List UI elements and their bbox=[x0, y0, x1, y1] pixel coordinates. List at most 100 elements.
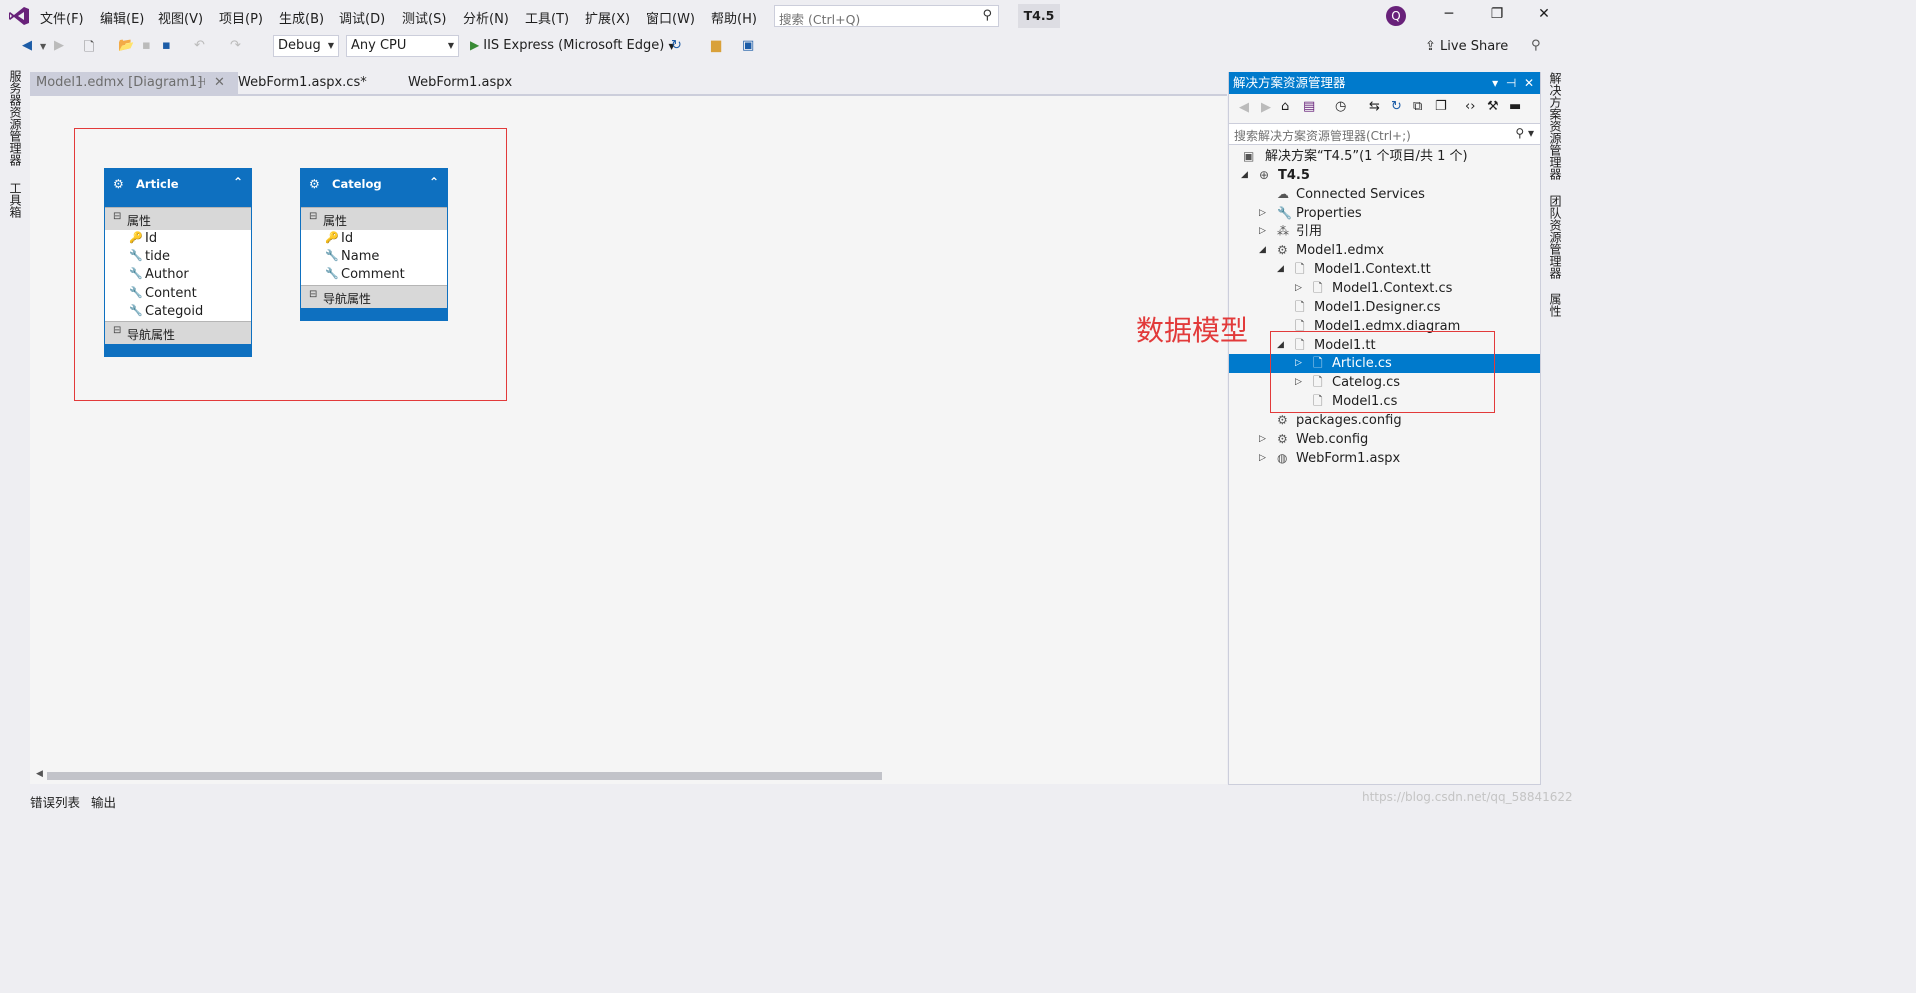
redo-icon[interactable]: ↷ bbox=[230, 38, 241, 53]
new-project-icon[interactable]: 🗋 bbox=[84, 38, 94, 60]
properties-section-header[interactable]: ⊟ 属性 bbox=[105, 207, 251, 230]
save-icon[interactable]: ▪ bbox=[142, 38, 151, 53]
tree-item[interactable]: ◢ ⚙ Model1.edmx bbox=[1229, 241, 1540, 260]
menu-item[interactable]: 工具(T) bbox=[525, 8, 569, 27]
account-avatar[interactable]: Q bbox=[1386, 6, 1406, 26]
menu-item[interactable]: 编辑(E) bbox=[100, 8, 144, 27]
forward-icon[interactable]: ▶ bbox=[54, 38, 64, 53]
refresh-icon[interactable]: ↻ bbox=[1391, 99, 1402, 114]
close-panel-icon[interactable]: ✕ bbox=[1524, 76, 1534, 90]
view-code-icon[interactable]: ‹› bbox=[1465, 99, 1475, 114]
navigation-properties-header[interactable]: ⊟ 导航属性 bbox=[105, 320, 251, 344]
collapse-icon[interactable]: ◢ bbox=[1241, 166, 1248, 185]
properties-section-header[interactable]: ⊟ 属性 bbox=[301, 207, 447, 230]
show-all-files-icon[interactable]: ❐ bbox=[1435, 99, 1447, 114]
tree-item[interactable]: ☁ Connected Services bbox=[1229, 185, 1540, 204]
auto-hide-pin-icon[interactable]: ⊣ bbox=[1506, 76, 1516, 90]
tab-model1-edmx[interactable]: Model1.edmx [Diagram1] ⊣ ✕ bbox=[30, 72, 238, 94]
collapse-icon[interactable]: ◢ bbox=[1259, 241, 1266, 260]
refresh-icon[interactable]: ↻ bbox=[671, 38, 682, 53]
collapse-icon[interactable]: ◢ bbox=[1277, 260, 1284, 279]
platform-select[interactable]: Any CPU ▼ bbox=[346, 35, 459, 57]
tree-item[interactable]: ◢ 🗋 Model1.Context.tt bbox=[1229, 260, 1540, 279]
entity-property[interactable]: 🔑 Id bbox=[105, 230, 251, 248]
horizontal-scrollbar[interactable]: ◀ bbox=[34, 769, 1224, 782]
sync-active-document-icon[interactable]: ⇆ bbox=[1369, 99, 1380, 114]
navigation-properties-header[interactable]: ⊟ 导航属性 bbox=[301, 284, 447, 308]
tab-output[interactable]: 输出 bbox=[91, 792, 116, 811]
undo-icon[interactable]: ↶ bbox=[194, 38, 205, 53]
restore-icon[interactable]: ❐ bbox=[1488, 6, 1506, 22]
expand-icon[interactable]: ▷ bbox=[1259, 222, 1266, 241]
pending-changes-filter-icon[interactable]: ◷ bbox=[1335, 99, 1346, 114]
back-dropdown-icon[interactable]: ▼ bbox=[40, 42, 46, 51]
menu-item[interactable]: 窗口(W) bbox=[646, 8, 695, 27]
tree-item[interactable]: ◢ ⊕ T4.5 bbox=[1229, 166, 1540, 185]
switch-views-icon[interactable]: ▤ bbox=[1303, 99, 1315, 114]
menu-item[interactable]: 帮助(H) bbox=[711, 8, 757, 27]
entity-property[interactable]: 🔧 tide bbox=[105, 248, 251, 266]
expand-icon[interactable]: ▷ bbox=[1295, 279, 1302, 298]
forward-icon[interactable]: ▶ bbox=[1261, 100, 1271, 115]
entity-property[interactable]: 🔧 Categoid bbox=[105, 303, 251, 321]
menu-item[interactable]: 项目(P) bbox=[219, 8, 263, 27]
tree-item[interactable]: ▷ ◍ WebForm1.aspx bbox=[1229, 449, 1540, 468]
entity-property[interactable]: 🔧 Name bbox=[301, 248, 447, 266]
collapse-all-icon[interactable]: ⧉ bbox=[1413, 99, 1422, 114]
solution-explorer-search[interactable]: 搜索解决方案资源管理器(Ctrl+;) ⚲ ▾ bbox=[1229, 123, 1540, 145]
collapse-icon[interactable]: ⌃ bbox=[429, 175, 439, 189]
tree-item[interactable]: 🗋 Model1.Designer.cs bbox=[1229, 298, 1540, 317]
preview-selected-icon[interactable]: ▬ bbox=[1509, 99, 1521, 114]
collapse-icon[interactable]: ⌃ bbox=[233, 175, 243, 189]
expand-icon[interactable]: ▷ bbox=[1259, 204, 1266, 223]
menu-item[interactable]: 调试(D) bbox=[339, 8, 385, 27]
team-explorer-side-tab[interactable]: 团队资源管理器 bbox=[1547, 195, 1564, 279]
live-share-button[interactable]: ⇪ Live Share bbox=[1425, 39, 1508, 54]
browser-link-icon[interactable]: ▣ bbox=[742, 38, 754, 53]
minimize-icon[interactable]: ─ bbox=[1440, 6, 1458, 22]
menu-item[interactable]: 测试(S) bbox=[402, 8, 446, 27]
entity-property[interactable]: 🔧 Content bbox=[105, 285, 251, 303]
tree-item[interactable]: ▷ 🗋 Model1.Context.cs bbox=[1229, 279, 1540, 298]
save-all-icon[interactable]: ▪ bbox=[162, 38, 171, 53]
menu-item[interactable]: 扩展(X) bbox=[585, 8, 630, 27]
toolbox-tab[interactable]: 工具箱 bbox=[7, 182, 24, 218]
tab-webform1-aspx[interactable]: WebForm1.aspx bbox=[402, 72, 518, 94]
tree-item[interactable]: ▷ ⚙ Web.config bbox=[1229, 430, 1540, 449]
tab-webform1-aspx-cs[interactable]: WebForm1.aspx.cs* bbox=[232, 72, 373, 94]
entity-property[interactable]: 🔑 Id bbox=[301, 230, 447, 248]
open-file-icon[interactable]: 📂 bbox=[118, 38, 134, 53]
expand-icon[interactable]: ▷ bbox=[1259, 430, 1266, 449]
pin-icon[interactable]: ⊣ bbox=[197, 72, 206, 94]
solution-explorer-side-tab[interactable]: 解决方案资源管理器 bbox=[1547, 72, 1564, 180]
close-window-icon[interactable]: ✕ bbox=[1535, 6, 1553, 22]
menu-item[interactable]: 分析(N) bbox=[463, 8, 509, 27]
home-icon[interactable]: ⌂ bbox=[1281, 99, 1289, 114]
tab-error-list[interactable]: 错误列表 bbox=[30, 792, 80, 811]
search-input[interactable]: 搜索 (Ctrl+Q) ⚲ bbox=[774, 5, 999, 27]
tree-item[interactable]: ▷ ⁂ 引用 bbox=[1229, 222, 1540, 241]
scroll-left-icon[interactable]: ◀ bbox=[36, 769, 43, 779]
start-debugging-button[interactable]: ▶ IIS Express (Microsoft Edge) ▼ bbox=[470, 38, 675, 53]
window-position-icon[interactable]: ▾ bbox=[1492, 76, 1498, 90]
scrollbar-thumb[interactable] bbox=[47, 772, 882, 780]
entity-catelog[interactable]: ⚙ Catelog ⌃ ⊟ 属性 🔑 Id 🔧 Name 🔧 Comment ⊟ 导航属性 bbox=[300, 168, 448, 321]
tree-item[interactable]: ▣ 解决方案“T4.5”(1 个项目/共 1 个) bbox=[1229, 147, 1540, 166]
feedback-icon[interactable]: ⚲ bbox=[1531, 38, 1541, 53]
open-folder-icon[interactable]: ▆ bbox=[711, 38, 721, 53]
tree-item[interactable]: ⚙ packages.config bbox=[1229, 411, 1540, 430]
properties-side-tab[interactable]: 属性 bbox=[1547, 293, 1564, 317]
menu-item[interactable]: 文件(F) bbox=[40, 8, 84, 27]
close-tab-icon[interactable]: ✕ bbox=[214, 72, 225, 94]
back-icon[interactable]: ◀ bbox=[22, 38, 32, 53]
entity-article[interactable]: ⚙ Article ⌃ ⊟ 属性 🔑 Id 🔧 tide 🔧 Author 🔧 Content… bbox=[104, 168, 252, 357]
server-explorer-tab[interactable]: 服务器资源管理器 bbox=[7, 70, 24, 166]
visual-studio-logo-icon[interactable] bbox=[8, 6, 30, 26]
menu-item[interactable]: 生成(B) bbox=[279, 8, 324, 27]
entity-property[interactable]: 🔧 Author bbox=[105, 266, 251, 284]
tree-item[interactable]: ▷ 🔧 Properties bbox=[1229, 204, 1540, 223]
expand-icon[interactable]: ▷ bbox=[1259, 449, 1266, 468]
menu-item[interactable]: 视图(V) bbox=[158, 8, 203, 27]
configuration-select[interactable]: Debug ▼ bbox=[273, 35, 339, 57]
properties-wrench-icon[interactable]: ⚒ bbox=[1487, 99, 1499, 114]
